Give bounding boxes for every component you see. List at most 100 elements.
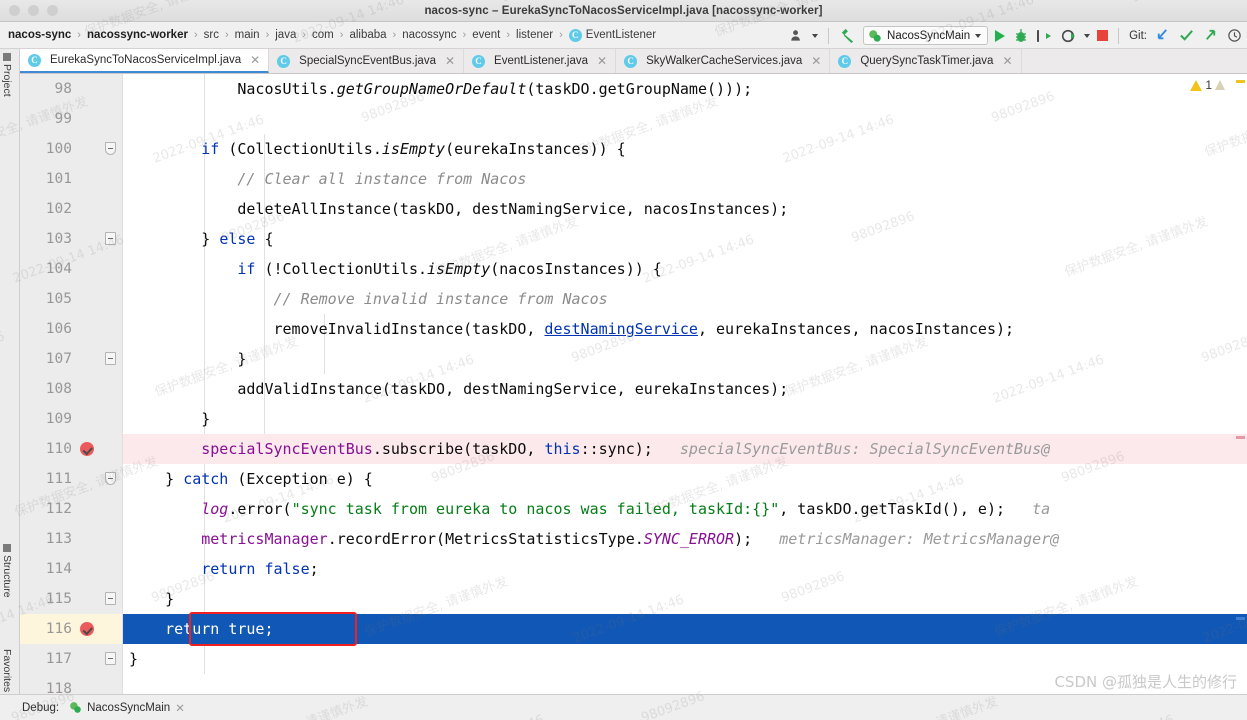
sidebar-item-project[interactable]: Project (1, 53, 13, 97)
code-editor[interactable]: 98 99 100 101 102 103 104 105 106 107 10… (20, 74, 1247, 694)
fold-marker[interactable] (105, 232, 116, 245)
code-line-103[interactable]: } else { (123, 224, 1247, 254)
line-number: 108 (45, 381, 72, 397)
editor-tab-specialsynceventbus[interactable]: C SpecialSyncEventBus.java ✕ (269, 49, 465, 73)
code-line-107[interactable]: } (123, 344, 1247, 374)
line-number: 113 (45, 531, 72, 547)
chevron-down-icon[interactable] (812, 33, 819, 38)
chevron-down-icon[interactable] (1084, 33, 1091, 38)
code-line-111[interactable]: } catch (Exception e) { (123, 464, 1247, 494)
scrollbar-breakpoint-marker[interactable] (1236, 436, 1245, 439)
code-line-104[interactable]: if (!CollectionUtils.isEmpty(nacosInstan… (123, 254, 1247, 284)
fold-marker[interactable] (105, 592, 116, 605)
close-icon[interactable]: ✕ (250, 53, 260, 67)
close-icon[interactable]: ✕ (811, 54, 821, 68)
hammer-build-icon[interactable] (839, 27, 856, 44)
class-icon: C (568, 28, 582, 42)
close-icon[interactable]: ✕ (597, 54, 607, 68)
code-text-area[interactable]: NacosUtils.getGroupNameOrDefault(taskDO.… (123, 74, 1247, 694)
line-number: 115 (45, 591, 72, 607)
code-line-106[interactable]: removeInvalidInstance(taskDO, destNaming… (123, 314, 1247, 344)
code-line-113[interactable]: metricsManager.recordError(MetricsStatis… (123, 524, 1247, 554)
breadcrumb-separator: › (265, 29, 270, 41)
code-line-105[interactable]: // Remove invalid instance from Nacos (123, 284, 1247, 314)
breadcrumb-item-project[interactable]: nacos-sync (6, 29, 73, 41)
breadcrumb-item-com[interactable]: com (310, 29, 336, 41)
chevron-down-icon[interactable] (975, 33, 982, 38)
line-number: 104 (45, 261, 72, 277)
line-number: 111 (45, 471, 72, 487)
line-number: 98 (54, 81, 72, 97)
run-configuration-label: NacosSyncMain (887, 29, 971, 42)
line-number: 109 (45, 411, 72, 427)
code-line-114[interactable]: return false; (123, 554, 1247, 584)
code-line-99[interactable] (123, 104, 1247, 134)
editor-gutter[interactable]: 98 99 100 101 102 103 104 105 106 107 10… (20, 74, 123, 694)
scrollbar-caret-marker[interactable] (1236, 617, 1245, 620)
breadcrumb-item-main[interactable]: main (233, 29, 262, 41)
editor-tab-skywalkercacheservices[interactable]: C SkyWalkerCacheServices.java ✕ (616, 49, 831, 73)
class-icon: C (472, 54, 486, 68)
inspection-status-widget[interactable]: 1 (1190, 78, 1225, 92)
breadcrumb-item-alibaba[interactable]: alibaba (347, 29, 388, 41)
breakpoint-icon[interactable] (80, 442, 94, 456)
editor-tab-eurekasynctonacosserviceimpl[interactable]: C EurekaSyncToNacosServiceImpl.java ✕ (20, 49, 270, 73)
history-icon[interactable] (1226, 27, 1243, 44)
git-update-icon[interactable] (1154, 27, 1171, 44)
run-icon[interactable] (995, 29, 1006, 42)
fold-marker[interactable] (105, 472, 116, 485)
breadcrumb-item-module[interactable]: nacossync-worker (85, 29, 190, 41)
close-icon[interactable]: ✕ (445, 54, 455, 68)
debug-session-tab[interactable]: NacosSyncMain ✕ (69, 701, 185, 715)
sidebar-item-favorites[interactable]: Favorites (1, 649, 13, 692)
code-line-110[interactable]: specialSyncEventBus.subscribe(taskDO, th… (123, 434, 1247, 464)
close-icon[interactable]: ✕ (1002, 54, 1012, 68)
code-line-108[interactable]: addValidInstance(taskDO, destNamingServi… (123, 374, 1247, 404)
coverage-icon[interactable] (1060, 27, 1077, 44)
scrollbar-warning-marker[interactable] (1236, 80, 1245, 83)
run-to-cursor-icon[interactable] (1036, 27, 1053, 44)
sidebar-item-structure[interactable]: Structure (1, 544, 13, 598)
editor-tab-label: EurekaSyncToNacosServiceImpl.java (50, 54, 242, 66)
code-line-100[interactable]: if (CollectionUtils.isEmpty(eurekaInstan… (123, 134, 1247, 164)
fold-marker[interactable] (105, 652, 116, 665)
breadcrumb-separator: › (462, 29, 467, 41)
code-line-109[interactable]: } (123, 404, 1247, 434)
breadcrumb-item-java[interactable]: java (273, 29, 298, 41)
code-line-101[interactable]: // Clear all instance from Nacos (123, 164, 1247, 194)
breakpoint-icon[interactable] (80, 622, 94, 636)
toolbar-divider (1118, 27, 1120, 44)
code-line-102[interactable]: deleteAllInstance(taskDO, destNamingServ… (123, 194, 1247, 224)
code-line-112[interactable]: log.error("sync task from eureka to naco… (123, 494, 1247, 524)
code-line-116[interactable]: return true; (123, 614, 1247, 644)
breadcrumb-separator: › (77, 29, 81, 41)
git-commit-icon[interactable] (1178, 27, 1195, 44)
toolbar-divider (828, 27, 830, 44)
breadcrumb-item-src[interactable]: src (202, 29, 221, 41)
stop-icon[interactable] (1097, 30, 1109, 41)
run-configuration-selector[interactable]: NacosSyncMain (863, 26, 989, 45)
close-icon[interactable]: ✕ (175, 701, 185, 715)
breadcrumb-item-class[interactable]: C EventListener (567, 28, 658, 42)
editor-tab-querysynctasktimer[interactable]: C QuerySyncTaskTimer.java ✕ (830, 49, 1022, 73)
breadcrumb-item-event[interactable]: event (470, 29, 502, 41)
fold-marker[interactable] (105, 142, 116, 155)
breadcrumb-item-listener[interactable]: listener (514, 29, 555, 41)
editor-tab-eventlistener[interactable]: C EventListener.java ✕ (464, 49, 617, 73)
class-icon: C (28, 53, 41, 67)
breadcrumb-separator: › (339, 29, 344, 41)
idea-window: nacos-sync – EurekaSyncToNacosServiceImp… (0, 0, 1247, 720)
user-avatar-icon[interactable] (788, 27, 805, 44)
breadcrumb-item-nacossync[interactable]: nacossync (400, 29, 458, 41)
code-line-115[interactable]: } (123, 584, 1247, 614)
git-push-icon[interactable] (1202, 27, 1219, 44)
debug-icon[interactable] (1012, 27, 1029, 44)
fold-marker[interactable] (105, 352, 116, 365)
breadcrumb[interactable]: nacos-sync › nacossync-worker › src › ma… (6, 28, 658, 42)
navigation-bar: nacos-sync › nacossync-worker › src › ma… (0, 22, 1247, 49)
debug-session-label: NacosSyncMain (87, 701, 171, 714)
code-line-98[interactable]: NacosUtils.getGroupNameOrDefault(taskDO.… (123, 74, 1247, 104)
code-line-117[interactable]: } (123, 644, 1247, 674)
class-icon: C (277, 54, 291, 68)
title-bar: nacos-sync – EurekaSyncToNacosServiceImp… (0, 0, 1247, 22)
